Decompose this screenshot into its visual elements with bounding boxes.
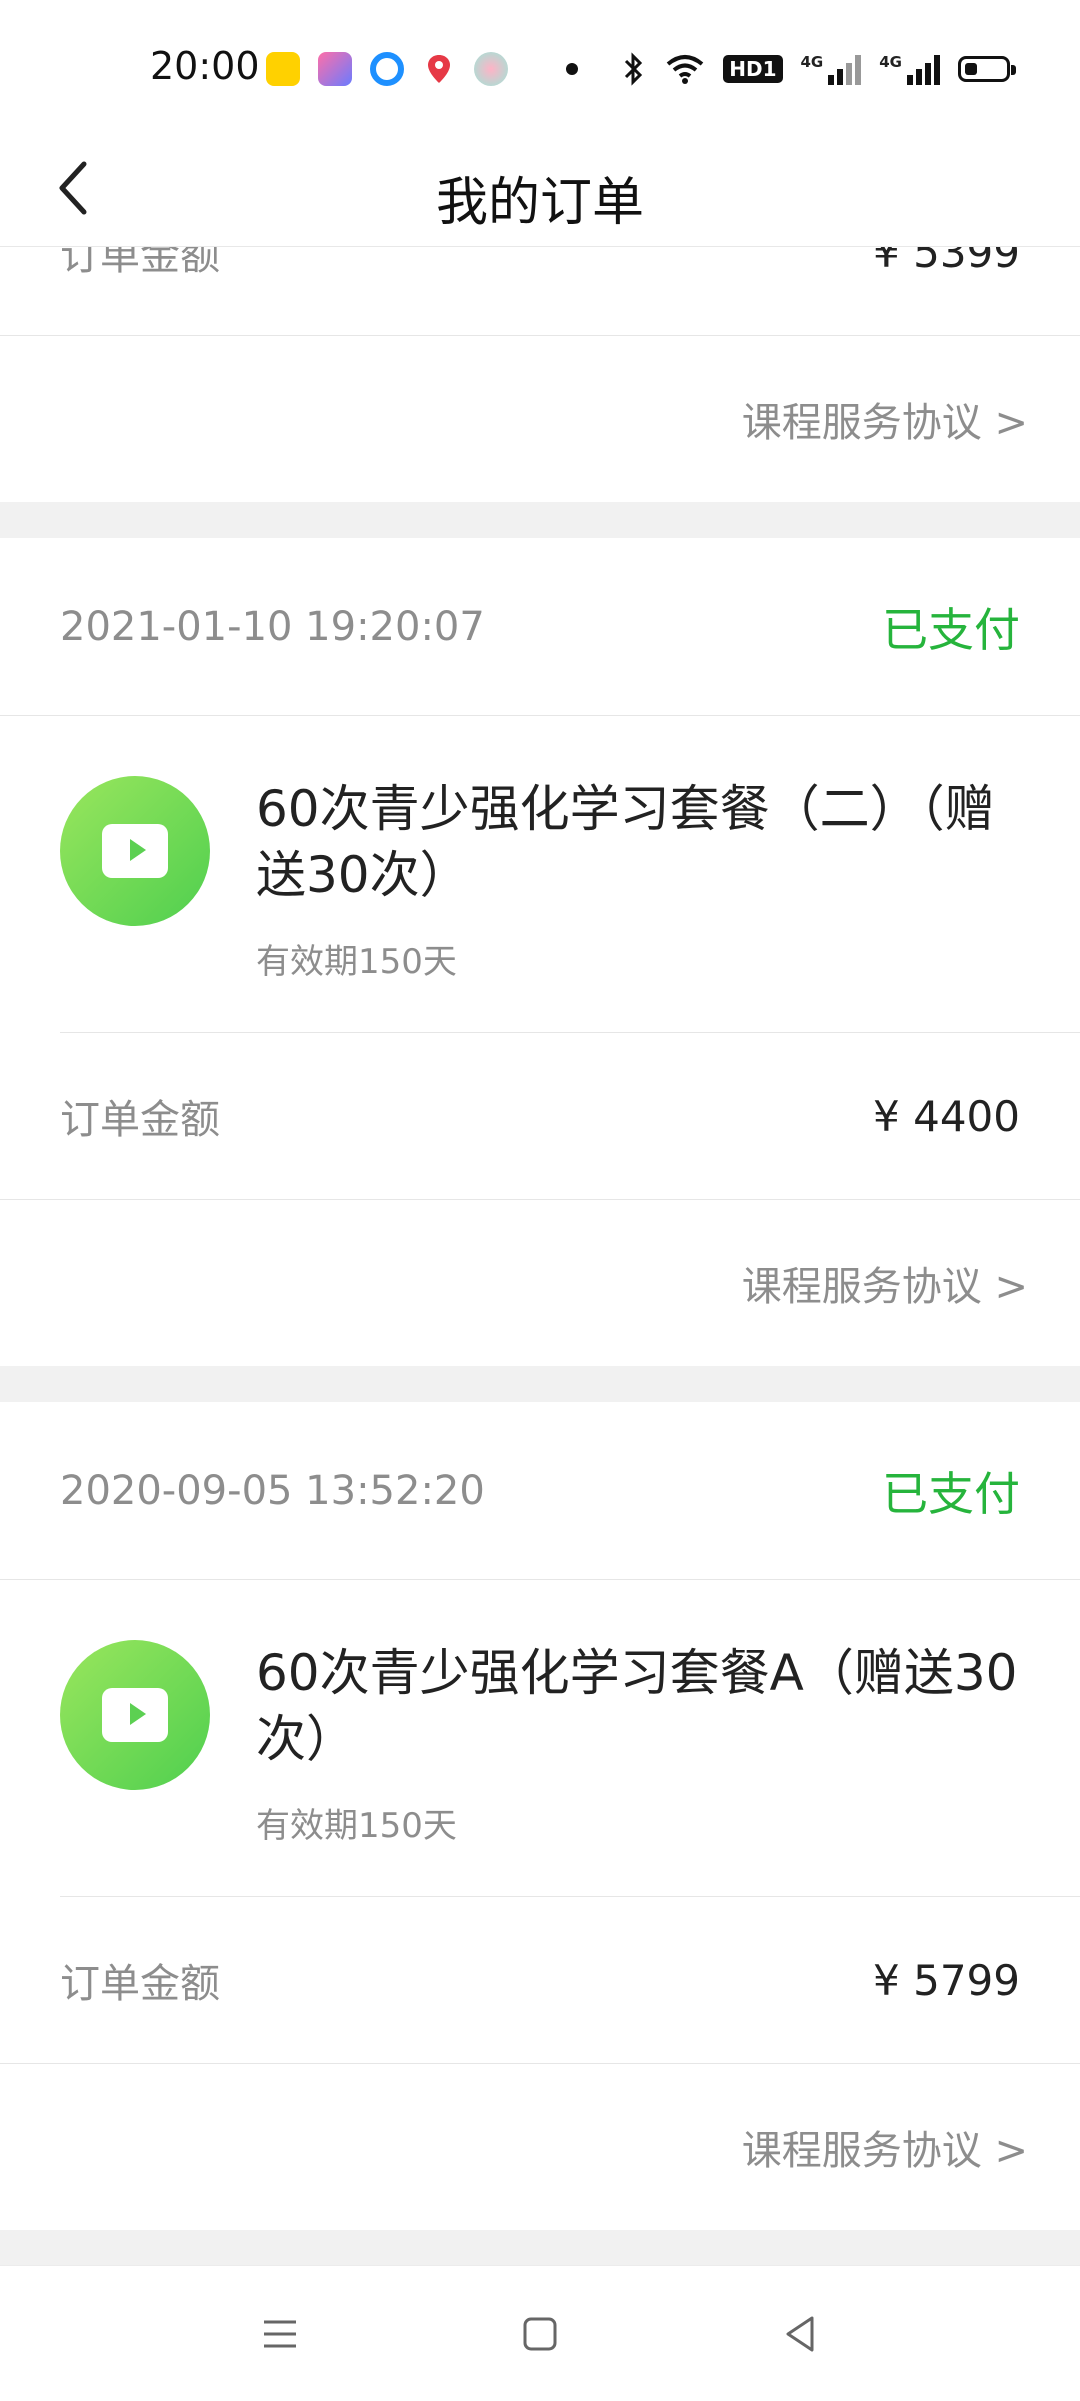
hd-voice-badge: HD1: [723, 55, 783, 83]
video-course-icon: [60, 776, 210, 926]
order-product[interactable]: 60次青少强化学习套餐A（赠送30次） 有效期150天: [0, 1580, 1080, 1897]
order-amount-label: 订单金额: [60, 247, 220, 279]
app-icon-3: [370, 52, 404, 86]
signal-strength-icon-1: 4G: [801, 53, 862, 85]
order-amount-value: ¥ 5399: [873, 247, 1020, 277]
status-bar: 20:00 HD1 4G 4G: [0, 0, 1080, 130]
meituan-app-icon: [266, 52, 300, 86]
order-date: 2021-01-10 19:20:07: [60, 603, 485, 650]
order-header: 2020-09-05 13:52:20 已支付: [0, 1402, 1080, 1580]
map-app-icon: [422, 52, 456, 86]
order-card: 2021-01-10 19:20:07 已支付 60次青少强化学习套餐（二）（赠…: [0, 538, 1080, 1366]
section-gap: [0, 2230, 1080, 2265]
nav-bar: 我的订单: [0, 130, 1080, 247]
order-amount-row: 订单金额 ¥ 4400: [0, 1033, 1080, 1200]
agreement-row: 课程服务协议 >: [0, 1200, 1080, 1366]
order-date: 2020-09-05 13:52:20: [60, 1467, 485, 1514]
order-amount-row: 订单金额 ¥ 5399: [0, 247, 1080, 336]
menu-icon[interactable]: [250, 2304, 310, 2364]
system-indicators: HD1 4G 4G: [621, 52, 1016, 86]
order-amount-value: ¥ 4400: [873, 1091, 1020, 1141]
order-card: 2020-09-05 13:52:20 已支付 60次青少强化学习套餐A（赠送3…: [0, 1402, 1080, 2230]
more-notifications-dot: [566, 63, 578, 75]
order-amount-label: 订单金额: [60, 1097, 220, 1143]
product-name: 60次青少强化学习套餐A（赠送30次）: [256, 1644, 1018, 1768]
order-status-badge: 已支付: [882, 1466, 1020, 1521]
page-title: 我的订单: [435, 173, 644, 233]
wifi-icon: [666, 55, 704, 84]
order-amount-value: ¥ 5799: [873, 1955, 1020, 2005]
section-gap: [0, 1366, 1080, 1402]
order-header: 2021-01-10 19:20:07 已支付: [0, 538, 1080, 716]
order-product[interactable]: 60次青少强化学习套餐（二）（赠送30次） 有效期150天: [0, 716, 1080, 1033]
signal-strength-icon-2: 4G: [879, 53, 940, 85]
product-validity: 有效期150天: [256, 942, 457, 982]
order-amount-row: 订单金额 ¥ 5799: [0, 1897, 1080, 2064]
course-agreement-link[interactable]: 课程服务协议 >: [742, 1254, 1028, 1312]
order-amount-label: 订单金额: [60, 1961, 220, 2007]
course-agreement-link[interactable]: 课程服务协议 >: [742, 2118, 1028, 2176]
order-card-partial: 订单金额 ¥ 5399 课程服务协议 >: [0, 247, 1080, 502]
section-gap: [0, 502, 1080, 538]
play-icon: [130, 1703, 146, 1725]
back-nav-icon[interactable]: [770, 2304, 830, 2364]
agreement-row: 课程服务协议 >: [0, 2064, 1080, 2230]
battery-icon: [958, 56, 1016, 82]
video-course-icon: [60, 1640, 210, 1790]
app-icon-2: [318, 52, 352, 86]
play-icon: [130, 839, 146, 861]
agreement-row: 课程服务协议 >: [0, 336, 1080, 502]
home-icon[interactable]: [510, 2304, 570, 2364]
order-status-badge: 已支付: [882, 602, 1020, 657]
notification-icons: [266, 52, 578, 86]
order-list[interactable]: 订单金额 ¥ 5399 课程服务协议 > 2021-01-10 19:20:07…: [0, 247, 1080, 2265]
bluetooth-icon: [625, 52, 643, 86]
course-agreement-link[interactable]: 课程服务协议 >: [742, 390, 1028, 448]
product-name: 60次青少强化学习套餐（二）（赠送30次）: [256, 780, 995, 904]
app-icon-5: [474, 52, 508, 86]
status-time: 20:00: [150, 44, 260, 88]
product-validity: 有效期150天: [256, 1806, 457, 1846]
system-nav-bar: [0, 2265, 1080, 2401]
